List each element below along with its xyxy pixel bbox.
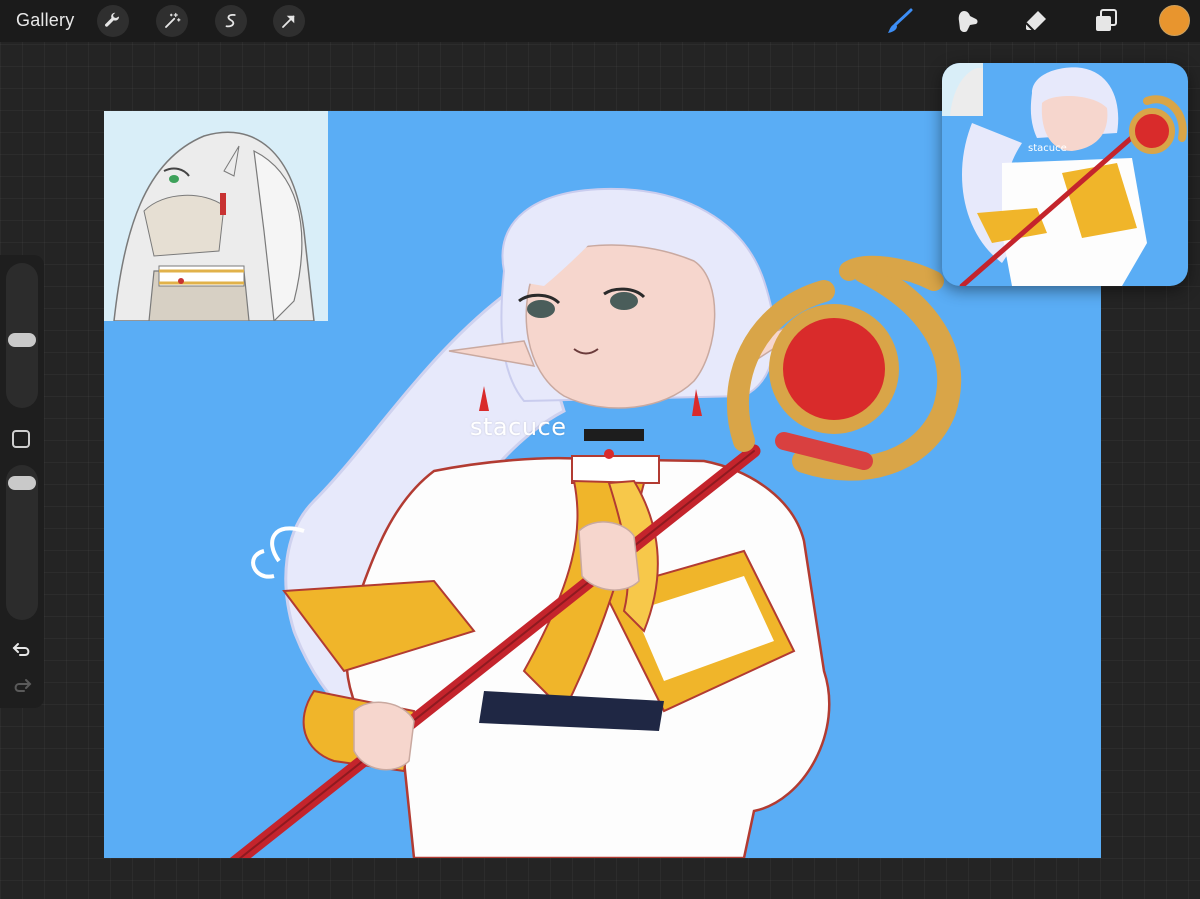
selection-button[interactable] <box>215 5 247 37</box>
undo-icon[interactable] <box>11 639 33 661</box>
canvas-watermark: stacuce <box>470 413 567 441</box>
eraser-icon <box>1025 11 1046 32</box>
brush-size-thumb[interactable] <box>8 333 36 347</box>
reference-thumbnail <box>942 63 1187 286</box>
selection-icon <box>225 14 236 28</box>
magic-wand-icon <box>165 12 181 28</box>
wrench-icon <box>105 12 120 27</box>
gallery-button[interactable]: Gallery <box>16 10 74 31</box>
layers-icon <box>1096 9 1117 31</box>
actions-wrench-button[interactable] <box>97 5 129 37</box>
reference-sketch-image <box>104 111 328 321</box>
transform-button[interactable] <box>273 5 305 37</box>
adjustments-button[interactable] <box>156 5 188 37</box>
smudge-tool-button[interactable] <box>952 5 984 37</box>
reference-window[interactable]: stacuce <box>942 63 1188 286</box>
left-sidebar <box>0 255 44 708</box>
redo-icon[interactable] <box>11 675 33 697</box>
top-toolbar: Gallery <box>0 0 1200 42</box>
layers-button[interactable] <box>1090 5 1122 37</box>
color-picker-button[interactable] <box>1159 5 1190 36</box>
reference-watermark: stacuce <box>1028 143 1067 154</box>
smudge-icon <box>958 11 978 33</box>
transform-arrow-icon <box>282 15 295 28</box>
opacity-thumb[interactable] <box>8 476 36 490</box>
brush-tool-button[interactable] <box>884 5 916 37</box>
modify-button[interactable] <box>12 430 30 448</box>
eraser-tool-button[interactable] <box>1020 5 1052 37</box>
brush-icon <box>888 8 913 33</box>
